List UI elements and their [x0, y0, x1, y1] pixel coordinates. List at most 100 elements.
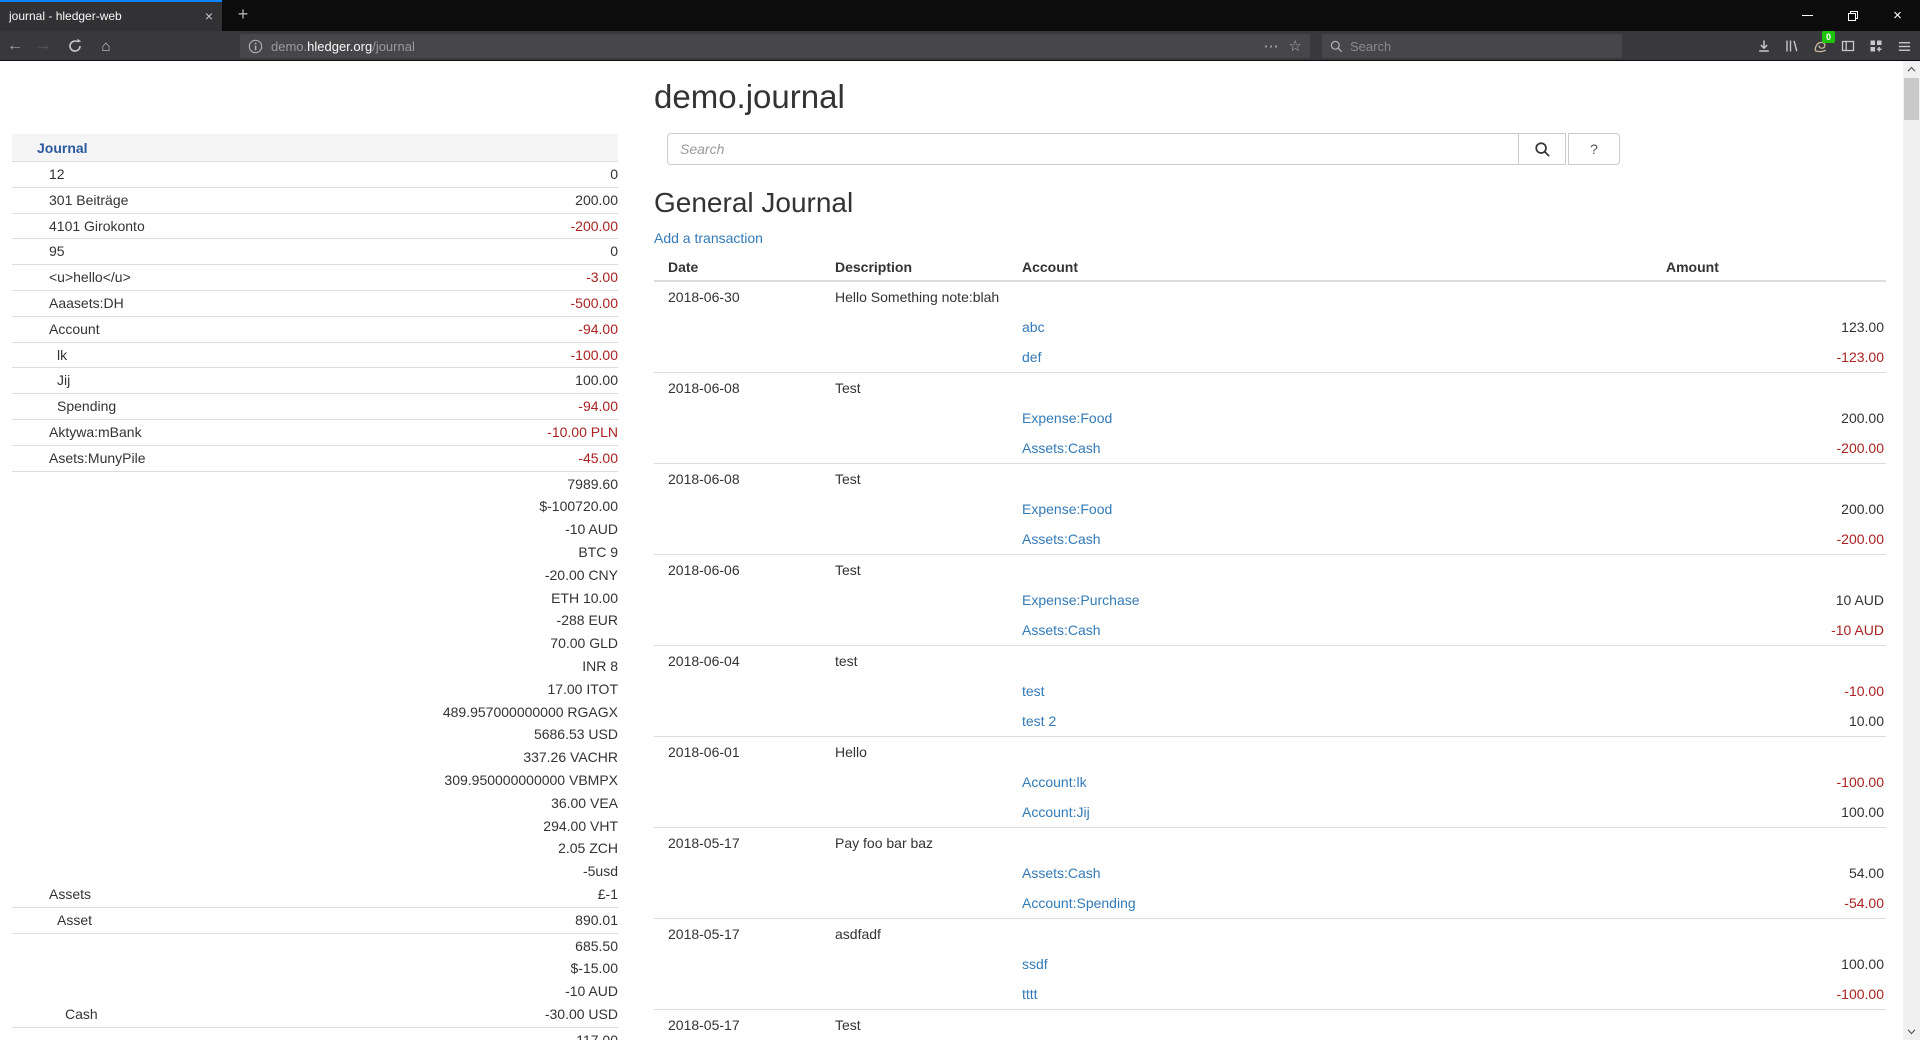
scrollbar-thumb[interactable]	[1904, 78, 1919, 120]
posting-account-link[interactable]: Account:lk	[1022, 774, 1087, 790]
journal-search-button[interactable]	[1519, 133, 1566, 165]
column-header-account: Account	[1022, 250, 1666, 281]
sidebar-account-link[interactable]: Aktywa:mBank	[12, 421, 142, 444]
sidebar-account-balance: -117.00	[572, 1029, 618, 1040]
posting-amount: 54.00	[1666, 858, 1886, 888]
sidebar-account-row: Assets7989.60$-100720.00-10 AUDBTC 9-20.…	[12, 471, 618, 907]
transaction-description: Test	[835, 555, 1022, 586]
balance-amount: -5usd	[443, 860, 618, 883]
search-help-button[interactable]: ?	[1568, 133, 1620, 165]
new-tab-button[interactable]: +	[228, 0, 258, 31]
sidebar-account-link[interactable]: 95	[12, 240, 65, 263]
browser-search-field[interactable]	[1322, 34, 1622, 58]
forward-button[interactable]: →	[30, 33, 56, 59]
balance-amount: -100.00	[571, 344, 618, 367]
posting-row: test -10.00	[654, 676, 1886, 706]
sidebar-toggle-button[interactable]	[1834, 33, 1862, 59]
transaction-row: 2018-06-08Test	[654, 373, 1886, 404]
sidebar-account-link[interactable]: Asets:MunyPile	[12, 447, 145, 470]
downloads-button[interactable]	[1750, 33, 1778, 59]
add-transaction-link[interactable]: Add a transaction	[654, 229, 763, 247]
posting-account-link[interactable]: Assets:Cash	[1022, 531, 1101, 547]
window-minimize-button[interactable]	[1785, 0, 1830, 31]
library-button[interactable]	[1778, 33, 1806, 59]
sidebar-account-link[interactable]: Spending	[12, 395, 116, 418]
balance-amount: -20.00 CNY	[443, 564, 618, 587]
scrollbar-up-arrow[interactable]	[1903, 61, 1920, 78]
sidebar-journal-link[interactable]: Journal	[37, 140, 88, 156]
posting-account-link[interactable]: Account:Jij	[1022, 804, 1090, 820]
posting-account-link[interactable]: Assets:Cash	[1022, 440, 1101, 456]
window-restore-button[interactable]	[1830, 0, 1875, 31]
sidebar-account-row: Asets:MunyPile -45.00	[12, 445, 618, 471]
transaction-description: Hello Something note:blah	[835, 281, 1022, 312]
sidebar-account-row: Account -94.00	[12, 316, 618, 342]
balance-amount: $-15.00	[545, 957, 618, 980]
page-actions-icon[interactable]: ⋯	[1264, 37, 1279, 55]
posting-account-link[interactable]: tttt	[1022, 986, 1038, 1002]
sidebar-account-link[interactable]: 12	[12, 163, 65, 186]
balance-amount: -45.00	[578, 447, 618, 470]
transaction-description: Hello	[835, 737, 1022, 768]
transaction-row: 2018-06-04test	[654, 646, 1886, 677]
sidebar-account-link[interactable]: lk	[12, 344, 67, 367]
sidebar-account-link[interactable]: 301 Beiträge	[12, 189, 128, 212]
sidebar-account-link[interactable]: 4101 Girokonto	[12, 215, 145, 238]
grid-add-button[interactable]	[1862, 33, 1890, 59]
posting-account-link[interactable]: abc	[1022, 319, 1045, 335]
browser-tab[interactable]: journal - hledger-web ×	[0, 0, 222, 31]
posting-row: Expense:Purchase10 AUD	[654, 585, 1886, 615]
posting-account-link[interactable]: Expense:Purchase	[1022, 592, 1140, 608]
posting-row: tttt -100.00	[654, 979, 1886, 1010]
page-scrollbar[interactable]	[1903, 61, 1920, 1040]
balance-amount: 36.00 VEA	[443, 792, 618, 815]
posting-account-link[interactable]: Expense:Food	[1022, 501, 1112, 517]
posting-account-link[interactable]: test 2	[1022, 713, 1056, 729]
sidebar-toggle-icon	[1840, 38, 1856, 54]
sidebar-account-link[interactable]: Jij	[12, 369, 70, 392]
posting-account-link[interactable]: Expense:Food	[1022, 410, 1112, 426]
extension-button[interactable]: 0	[1806, 33, 1834, 59]
balance-amount: 489.957000000000 RGAGX	[443, 701, 618, 724]
sidebar-account-link[interactable]: Assets	[12, 883, 91, 906]
tab-close-icon[interactable]: ×	[205, 9, 213, 23]
minimize-icon	[1802, 15, 1813, 16]
page-content: Journal 120301 Beiträge200.004101 Giroko…	[0, 61, 1903, 1040]
transaction-date: 2018-06-08	[654, 373, 835, 404]
home-button[interactable]: ⌂	[93, 33, 119, 59]
posting-account-link[interactable]: Assets:Cash	[1022, 622, 1101, 638]
transaction-row: 2018-06-08Test	[654, 464, 1886, 495]
scrollbar-down-arrow[interactable]	[1903, 1023, 1920, 1040]
posting-account-link[interactable]: Account:Spending	[1022, 895, 1136, 911]
posting-amount: -100.00	[1666, 979, 1886, 1010]
posting-account-link[interactable]: ssdf	[1022, 956, 1048, 972]
posting-amount: -10.00	[1666, 676, 1886, 706]
balance-amount: -94.00	[578, 318, 618, 341]
journal-search-input[interactable]	[667, 133, 1519, 165]
sidebar-journal-row[interactable]: Journal	[12, 134, 618, 161]
balance-amount: BTC 9	[443, 541, 618, 564]
balance-amount: 337.26 VACHR	[443, 746, 618, 769]
reload-button[interactable]	[62, 33, 88, 59]
balance-amount: 890.01	[575, 909, 618, 932]
url-bar[interactable]: demo.hledger.org/journal ⋯ ☆	[240, 34, 1310, 58]
sidebar-account-link[interactable]: Aaasets:DH	[12, 292, 124, 315]
transaction-date: 2018-06-06	[654, 555, 835, 586]
posting-account-link[interactable]: test	[1022, 683, 1045, 699]
posting-account-link[interactable]: def	[1022, 349, 1041, 365]
sidebar-account-link[interactable]: Account	[12, 318, 100, 341]
page-title: demo.journal	[654, 78, 1886, 116]
posting-row: Account:Spending-54.00	[654, 888, 1886, 919]
back-button[interactable]: ←	[2, 33, 28, 59]
balance-amount: £-1	[443, 883, 618, 906]
posting-account-link[interactable]: Assets:Cash	[1022, 865, 1101, 881]
bookmark-star-icon[interactable]: ☆	[1289, 37, 1302, 55]
sidebar-account-link[interactable]: Cash	[12, 1003, 98, 1026]
browser-search-input[interactable]	[1350, 39, 1580, 54]
sidebar-account-link[interactable]: Asset	[12, 909, 92, 932]
window-close-button[interactable]: ×	[1875, 0, 1920, 31]
menu-button[interactable]	[1890, 33, 1918, 59]
sidebar-account-link[interactable]: <u>hello</u>	[12, 266, 131, 289]
transaction-description: Pay foo bar baz	[835, 828, 1022, 859]
posting-amount: 100.00	[1666, 949, 1886, 979]
